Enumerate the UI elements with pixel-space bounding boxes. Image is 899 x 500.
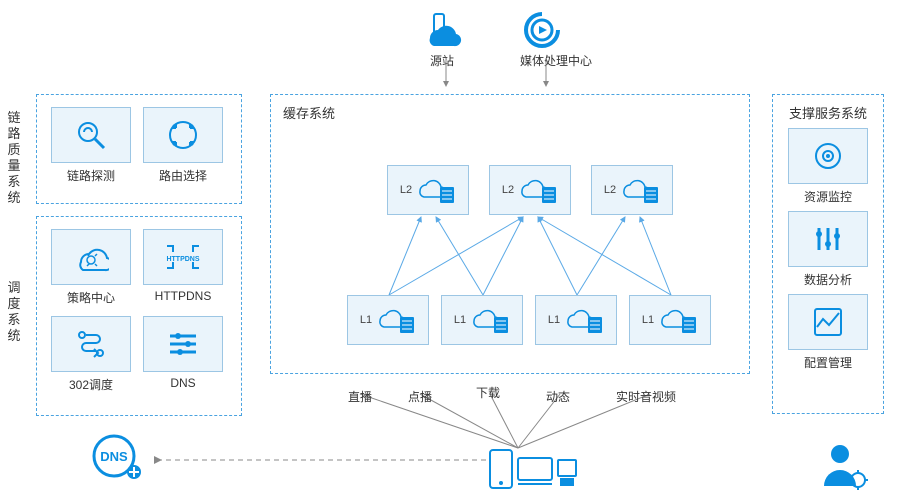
- user-gear-icon: [818, 440, 868, 490]
- link-probe-icon: [74, 118, 108, 152]
- svg-text:DNS: DNS: [100, 449, 128, 464]
- link-quality-title: 链路质量系统: [6, 110, 22, 206]
- policy-icon: [73, 242, 109, 272]
- svg-text:HTTPDNS: HTTPDNS: [166, 256, 199, 263]
- dns-badge: DNS: [90, 432, 146, 487]
- server-cloud-icon: [620, 175, 660, 205]
- l1-node-b: L1: [441, 295, 523, 345]
- devices-icon: [488, 448, 578, 492]
- dns-icon: [166, 327, 200, 361]
- httpdns-icon: HTTPDNS: [163, 242, 203, 272]
- config-item: 配置管理: [788, 294, 868, 371]
- svc-vod: 点播: [408, 388, 432, 405]
- routing-item: 路由选择: [143, 107, 223, 184]
- l1-node-c: L1: [535, 295, 617, 345]
- server-cloud-icon: [518, 175, 558, 205]
- schedule-title: 调度系统: [6, 280, 22, 344]
- media-group: 媒体处理中心: [520, 10, 592, 69]
- redirect302-icon: [74, 327, 108, 361]
- server-cloud-icon: [658, 305, 698, 335]
- origin-icon: [420, 10, 464, 50]
- svc-rtc: 实时音视频: [616, 388, 676, 405]
- redirect302-item: 302调度: [51, 316, 131, 393]
- link-quality-panel: 链路探测 路由选择: [36, 94, 242, 204]
- svc-live: 直播: [348, 388, 372, 405]
- routing-icon: [166, 118, 200, 152]
- config-icon: [811, 305, 845, 339]
- analytics-icon: [811, 222, 845, 256]
- arrow-device-dns: [150, 450, 490, 470]
- l2-node-c: L2: [591, 165, 673, 215]
- media-label: 媒体处理中心: [520, 52, 592, 69]
- server-cloud-icon: [416, 175, 456, 205]
- cache-panel: 缓存系统 L2 L2 L2 L1 L1 L1 L1: [270, 94, 750, 374]
- support-title: 支撑服务系统: [773, 103, 883, 122]
- cache-title: 缓存系统: [283, 103, 749, 122]
- l2-node-a: L2: [387, 165, 469, 215]
- l1-node-a: L1: [347, 295, 429, 345]
- policy-item: 策略中心: [51, 229, 131, 306]
- link-probe-item: 链路探测: [51, 107, 131, 184]
- l1-node-d: L1: [629, 295, 711, 345]
- media-icon: [520, 10, 564, 50]
- l2-node-b: L2: [489, 165, 571, 215]
- dns-badge-icon: DNS: [90, 432, 146, 482]
- arrow-media-cache: [536, 56, 556, 92]
- user-icon-group: [818, 440, 868, 495]
- monitor-item: 资源监控: [788, 128, 868, 205]
- devices-group: [488, 448, 578, 497]
- server-cloud-icon: [564, 305, 604, 335]
- httpdns-item: HTTPDNS HTTPDNS: [143, 229, 223, 306]
- monitor-icon: [811, 139, 845, 173]
- support-panel: 支撑服务系统 资源监控 数据分析 配置管理: [772, 94, 884, 414]
- svc-dl: 下载: [476, 384, 500, 401]
- svc-dyn: 动态: [546, 388, 570, 405]
- server-cloud-icon: [470, 305, 510, 335]
- arrow-origin-cache: [436, 56, 456, 92]
- server-cloud-icon: [376, 305, 416, 335]
- dns-item: DNS: [143, 316, 223, 393]
- schedule-panel: 策略中心 HTTPDNS HTTPDNS 302调度 DNS: [36, 216, 242, 416]
- analytics-item: 数据分析: [788, 211, 868, 288]
